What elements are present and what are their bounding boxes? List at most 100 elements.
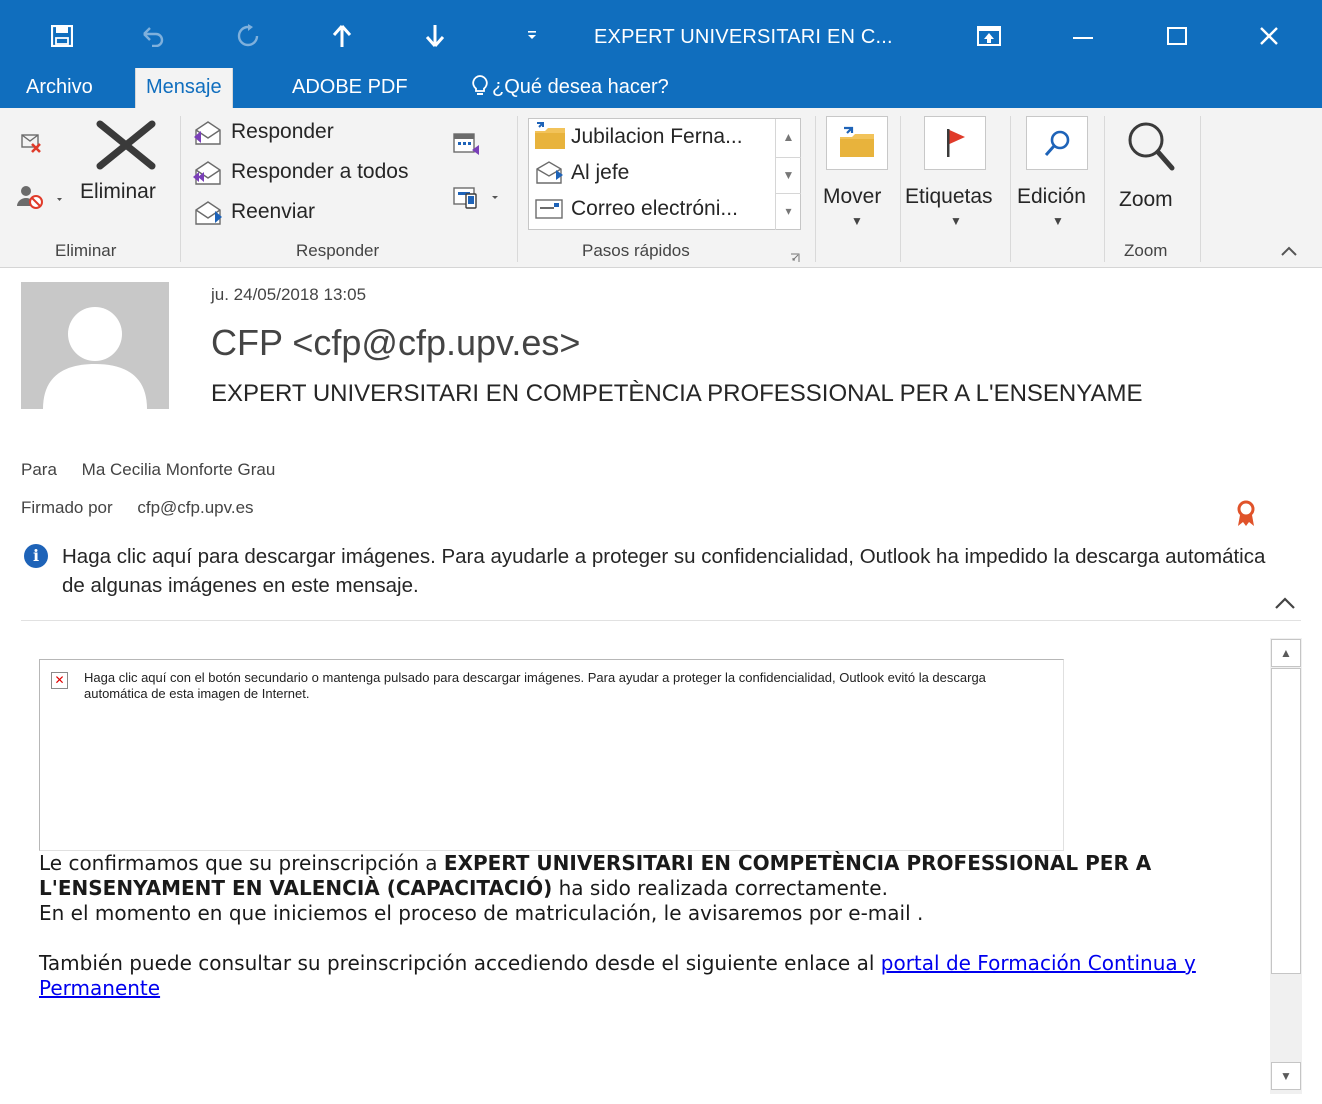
message-subject: EXPERT UNIVERSITARI EN COMPETÈNCIA PROFE… bbox=[211, 380, 1143, 407]
separator bbox=[1010, 116, 1011, 262]
redo-icon[interactable] bbox=[228, 18, 268, 54]
body-paragraph: También puede consultar su preinscripció… bbox=[39, 951, 1259, 1001]
move-to-folder-icon bbox=[535, 122, 565, 149]
tags-dropdown-icon: ▼ bbox=[950, 214, 962, 228]
body-text-run: ha sido realizada correctamente. bbox=[552, 876, 888, 900]
forward-label: Reenviar bbox=[231, 200, 316, 223]
sender-avatar[interactable] bbox=[21, 282, 169, 409]
editing-button[interactable]: Edición ▼ bbox=[1014, 116, 1102, 236]
move-label: Mover bbox=[823, 185, 882, 208]
zoom-label: Zoom bbox=[1119, 188, 1173, 211]
sender-name[interactable]: CFP <cfp@cfp.upv.es> bbox=[211, 322, 580, 364]
quick-step-item[interactable]: Correo electróni... bbox=[529, 193, 775, 227]
window-title: EXPERT UNIVERSITARI EN C... bbox=[594, 26, 893, 48]
zoom-button[interactable]: Zoom bbox=[1112, 116, 1192, 226]
next-item-icon[interactable] bbox=[415, 18, 455, 54]
reply-all-icon bbox=[193, 161, 221, 185]
info-icon: i bbox=[24, 544, 48, 568]
broken-image-icon: ✕ bbox=[51, 672, 68, 689]
ribbon-tabs: Archivo Mensaje ADOBE PDF ¿Qué desea hac… bbox=[0, 68, 1322, 110]
quick-step-label: Correo electróni... bbox=[571, 197, 738, 220]
person-icon bbox=[43, 307, 147, 409]
tags-button[interactable]: Etiquetas ▼ bbox=[904, 116, 1008, 236]
body-paragraph: En el momento en que iniciemos el proces… bbox=[39, 901, 924, 925]
body-text-run: Le confirmamos que su preinscripción a bbox=[39, 851, 444, 875]
tab-adobe-pdf[interactable]: ADOBE PDF bbox=[282, 68, 418, 108]
dialog-launcher-icon[interactable] bbox=[790, 250, 800, 268]
delete-label: Eliminar bbox=[80, 180, 156, 203]
delete-button[interactable]: Eliminar bbox=[76, 120, 176, 230]
maximize-icon[interactable] bbox=[1154, 16, 1200, 56]
move-icon bbox=[826, 116, 888, 170]
separator bbox=[1104, 116, 1105, 262]
separator bbox=[900, 116, 901, 262]
gallery-scroll-down-icon[interactable]: ▼ bbox=[775, 157, 801, 193]
reply-label: Responder bbox=[231, 120, 334, 143]
reply-all-label: Responder a todos bbox=[231, 160, 409, 183]
group-label-responder: Responder bbox=[296, 241, 380, 260]
infobar-text: Haga clic aquí para descargar imágenes. … bbox=[62, 545, 1266, 597]
title-bar: EXPERT UNIVERSITARI EN C... bbox=[0, 0, 1322, 68]
blocked-image-text: Haga clic aquí con el botón secundario o… bbox=[84, 670, 986, 701]
move-button[interactable]: Mover ▼ bbox=[822, 116, 894, 236]
tell-me-box[interactable]: ¿Qué desea hacer? bbox=[462, 68, 679, 108]
gallery-scroll-up-icon[interactable]: ▲ bbox=[775, 119, 801, 157]
body-paragraph: Le confirmamos que su preinscripción a E… bbox=[39, 851, 1259, 901]
forward-icon bbox=[195, 201, 222, 225]
move-dropdown-icon: ▼ bbox=[851, 214, 863, 228]
reply-icon bbox=[194, 121, 221, 145]
email-icon bbox=[535, 199, 563, 219]
save-icon[interactable] bbox=[42, 18, 82, 54]
group-label-quick-steps: Pasos rápidos bbox=[582, 241, 690, 260]
body-text-run: También puede consultar su preinscripció… bbox=[39, 951, 881, 975]
junk-icon[interactable] bbox=[16, 184, 66, 215]
digital-signature-icon[interactable] bbox=[1236, 500, 1256, 533]
find-icon bbox=[1026, 116, 1088, 170]
scroll-down-icon[interactable]: ▼ bbox=[1271, 1062, 1301, 1090]
separator bbox=[180, 116, 181, 262]
close-icon[interactable] bbox=[1246, 16, 1292, 56]
quick-step-label: Jubilacion Ferna... bbox=[571, 125, 743, 148]
undo-icon[interactable] bbox=[133, 18, 173, 54]
to-manager-icon bbox=[536, 161, 563, 184]
body-spacer bbox=[39, 926, 1259, 951]
tab-mensaje[interactable]: Mensaje bbox=[135, 68, 233, 110]
scrollbar-thumb[interactable] bbox=[1271, 668, 1301, 974]
separator bbox=[815, 116, 816, 262]
tell-me-label: ¿Qué desea hacer? bbox=[492, 76, 669, 98]
lightbulb-icon bbox=[472, 75, 488, 95]
tags-label: Etiquetas bbox=[905, 185, 993, 208]
ribbon-display-options-icon[interactable] bbox=[966, 16, 1012, 56]
meeting-reply-icon[interactable] bbox=[452, 132, 486, 165]
quick-step-label: Al jefe bbox=[571, 161, 630, 184]
signed-by-value: cfp@cfp.upv.es bbox=[137, 498, 254, 517]
previous-item-icon[interactable] bbox=[322, 18, 362, 54]
scroll-up-icon[interactable]: ▲ bbox=[1271, 639, 1301, 667]
collapse-ribbon-icon[interactable] bbox=[1280, 244, 1298, 262]
separator bbox=[517, 116, 518, 262]
collapse-header-icon[interactable] bbox=[1274, 590, 1296, 616]
signed-by-row: Firmado por cfp@cfp.upv.es bbox=[21, 498, 254, 518]
tab-archivo[interactable]: Archivo bbox=[16, 68, 103, 108]
quick-step-item[interactable]: Jubilacion Ferna... bbox=[529, 121, 775, 155]
quick-steps-gallery: Jubilacion Ferna... Al jefe Correo elect… bbox=[528, 118, 801, 230]
ribbon: Eliminar Eliminar Responder Responder a … bbox=[0, 108, 1322, 268]
quick-step-item[interactable]: Al jefe bbox=[529, 157, 775, 191]
delete-icon bbox=[96, 120, 156, 170]
more-respond-icon[interactable] bbox=[452, 184, 504, 217]
gallery-more-icon[interactable]: ▾ bbox=[775, 193, 801, 230]
ignore-icon[interactable] bbox=[20, 132, 48, 161]
customize-icon[interactable] bbox=[512, 18, 552, 54]
recipient-name[interactable]: Ma Cecilia Monforte Grau bbox=[82, 460, 276, 479]
recipient-row: Para Ma Cecilia Monforte Grau bbox=[21, 460, 275, 480]
minimize-icon[interactable] bbox=[1060, 16, 1106, 56]
flag-icon bbox=[924, 116, 986, 170]
message-body: Le confirmamos que su preinscripción a E… bbox=[39, 851, 1259, 1001]
editing-label: Edición bbox=[1017, 185, 1086, 208]
group-label-eliminar: Eliminar bbox=[55, 241, 117, 260]
message-date: ju. 24/05/2018 13:05 bbox=[211, 285, 367, 304]
signed-by-label: Firmado por bbox=[21, 498, 113, 517]
group-label-zoom: Zoom bbox=[1124, 241, 1168, 260]
message-scrollbar[interactable]: ▲ ▼ bbox=[1270, 638, 1302, 1094]
blocked-image-placeholder[interactable]: ✕ Haga clic aquí con el botón secundario… bbox=[39, 659, 1064, 851]
